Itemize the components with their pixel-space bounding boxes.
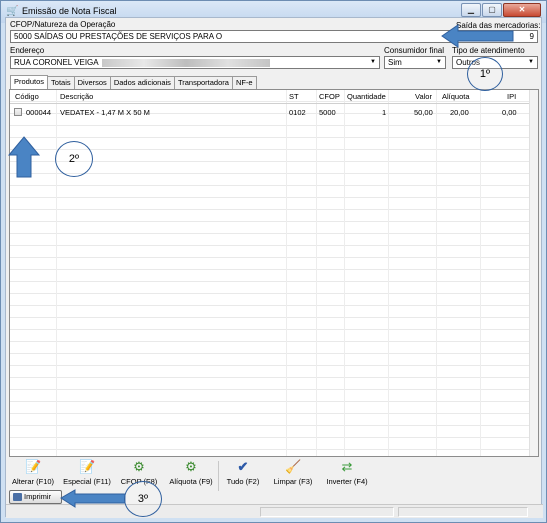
tab-bar: Produtos Totais Diversos Dados adicionai…: [10, 75, 257, 89]
imprimir-label: Imprimir: [24, 492, 52, 501]
col-header-valor[interactable]: Valor: [415, 90, 432, 103]
edit-icon: 📝: [25, 459, 42, 474]
aliquota-label: Alíquota (F9): [169, 477, 213, 486]
col-header-ipi[interactable]: IPI: [507, 90, 516, 103]
tudo-label: Tudo (F2): [226, 477, 260, 486]
cfop-label: CFOP/Natureza da Operação: [10, 20, 116, 29]
step1-label: 1º: [479, 68, 491, 80]
window: 🛒 Emissão de Nota Fiscal ▁ ▢ ✕ CFOP/Natu…: [0, 0, 547, 523]
col-header-codigo[interactable]: Código: [15, 90, 39, 103]
chevron-down-icon: ▼: [528, 59, 534, 65]
tab-totais[interactable]: Totais: [47, 76, 75, 89]
tab-transportadora[interactable]: Transportadora: [173, 76, 233, 89]
limpar-button[interactable]: 🧹 Limpar (F3): [271, 459, 315, 486]
saida-label: Saída das mercadorias:: [456, 21, 541, 30]
col-header-aliquota[interactable]: Alíquota: [442, 90, 470, 103]
cell-descricao: VEDATEX - 1,47 M X 50 M: [60, 108, 150, 117]
cell-aliquota: 20,00: [450, 108, 469, 117]
invert-icon: ⇄: [341, 459, 353, 474]
cell-ipi: 0,00: [502, 108, 517, 117]
col-header-st[interactable]: ST: [289, 90, 299, 103]
inverter-button[interactable]: ⇄ Inverter (F4): [323, 459, 371, 486]
step3-circle: 3º: [124, 481, 162, 517]
cell-quantidade: 1: [382, 108, 387, 117]
endereco-select[interactable]: RUA CORONEL VEIGA ▼: [10, 56, 380, 69]
chevron-down-icon: ▼: [444, 33, 450, 39]
col-header-descricao[interactable]: Descrição: [60, 90, 93, 103]
consumidor-select[interactable]: Sim ▼: [384, 56, 446, 69]
chevron-down-icon: ▼: [436, 59, 442, 65]
especial-label: Especial (F11): [63, 477, 111, 486]
aliquota-button[interactable]: ⚙ Alíquota (F9): [167, 459, 215, 486]
especial-button[interactable]: 📝 Especial (F11): [63, 459, 111, 486]
consumidor-value: Sim: [388, 58, 402, 67]
tab-nfe[interactable]: NF-e: [231, 76, 257, 89]
chevron-down-icon: ▼: [370, 59, 376, 65]
consumidor-label: Consumidor final: [384, 46, 445, 55]
close-button[interactable]: ✕: [503, 3, 541, 17]
inverter-label: Inverter (F4): [326, 477, 368, 486]
maximize-button[interactable]: ▢: [482, 3, 502, 17]
status-segment: [260, 507, 394, 517]
alterar-label: Alterar (F10): [11, 477, 55, 486]
col-header-quantidade[interactable]: Quantidade: [347, 90, 386, 103]
step2-label: 2º: [68, 153, 80, 165]
step1-circle: 1º: [467, 57, 503, 91]
redacted-address: [101, 58, 270, 67]
endereco-value: RUA CORONEL VEIGA: [14, 58, 99, 67]
cfop-value: 5000 SAÍDAS OU PRESTAÇÕES DE SERVIÇOS PA…: [14, 32, 223, 41]
printer-icon: [13, 493, 22, 501]
broom-icon: 🧹: [285, 459, 302, 474]
vertical-scrollbar[interactable]: [529, 90, 538, 456]
cart-icon: 🛒: [6, 6, 19, 17]
client-area: CFOP/Natureza da Operação 5000 SAÍDAS OU…: [5, 17, 543, 518]
row-checkbox[interactable]: [14, 108, 22, 116]
limpar-label: Limpar (F3): [273, 477, 313, 486]
cfop-select[interactable]: 5000 SAÍDAS OU PRESTAÇÕES DE SERVIÇOS PA…: [10, 30, 454, 43]
tudo-button[interactable]: ✔ Tudo (F2): [223, 459, 263, 486]
status-segment: [398, 507, 528, 517]
saida-date-field[interactable]: 9: [456, 30, 538, 43]
aliquota-icon: ⚙: [185, 459, 197, 474]
status-bar: [6, 504, 543, 518]
action-toolbar: 📝 Alterar (F10) 📝 Especial (F11) ⚙ CFOP …: [9, 459, 539, 494]
tab-produtos[interactable]: Produtos: [10, 75, 49, 89]
tab-dados-adicionais[interactable]: Dados adicionais: [109, 76, 175, 89]
cell-cfop: 5000: [319, 108, 336, 117]
cfop-icon: ⚙: [133, 459, 145, 474]
minimize-button[interactable]: ▁: [461, 3, 481, 17]
check-all-icon: ✔: [237, 459, 249, 474]
saida-value: 9: [529, 32, 534, 41]
cell-valor: 50,00: [414, 108, 433, 117]
toolbar-separator: [218, 461, 219, 491]
endereco-label: Endereço: [10, 46, 45, 55]
products-table: Código Descrição ST CFOP Quantidade Valo…: [9, 89, 539, 457]
window-title: Emissão de Nota Fiscal: [22, 6, 117, 16]
imprimir-button[interactable]: Imprimir: [9, 490, 62, 504]
atendimento-label: Tipo de atendimento: [452, 46, 525, 55]
cell-st: 0102: [289, 108, 306, 117]
grid-lines: [10, 90, 538, 456]
col-header-cfop[interactable]: CFOP: [319, 90, 340, 103]
step3-label: 3º: [137, 493, 149, 505]
edit-special-icon: 📝: [79, 459, 96, 474]
step2-circle: 2º: [55, 141, 93, 177]
alterar-button[interactable]: 📝 Alterar (F10): [11, 459, 55, 486]
cell-codigo: 000044: [26, 108, 52, 117]
tab-diversos[interactable]: Diversos: [73, 76, 111, 89]
